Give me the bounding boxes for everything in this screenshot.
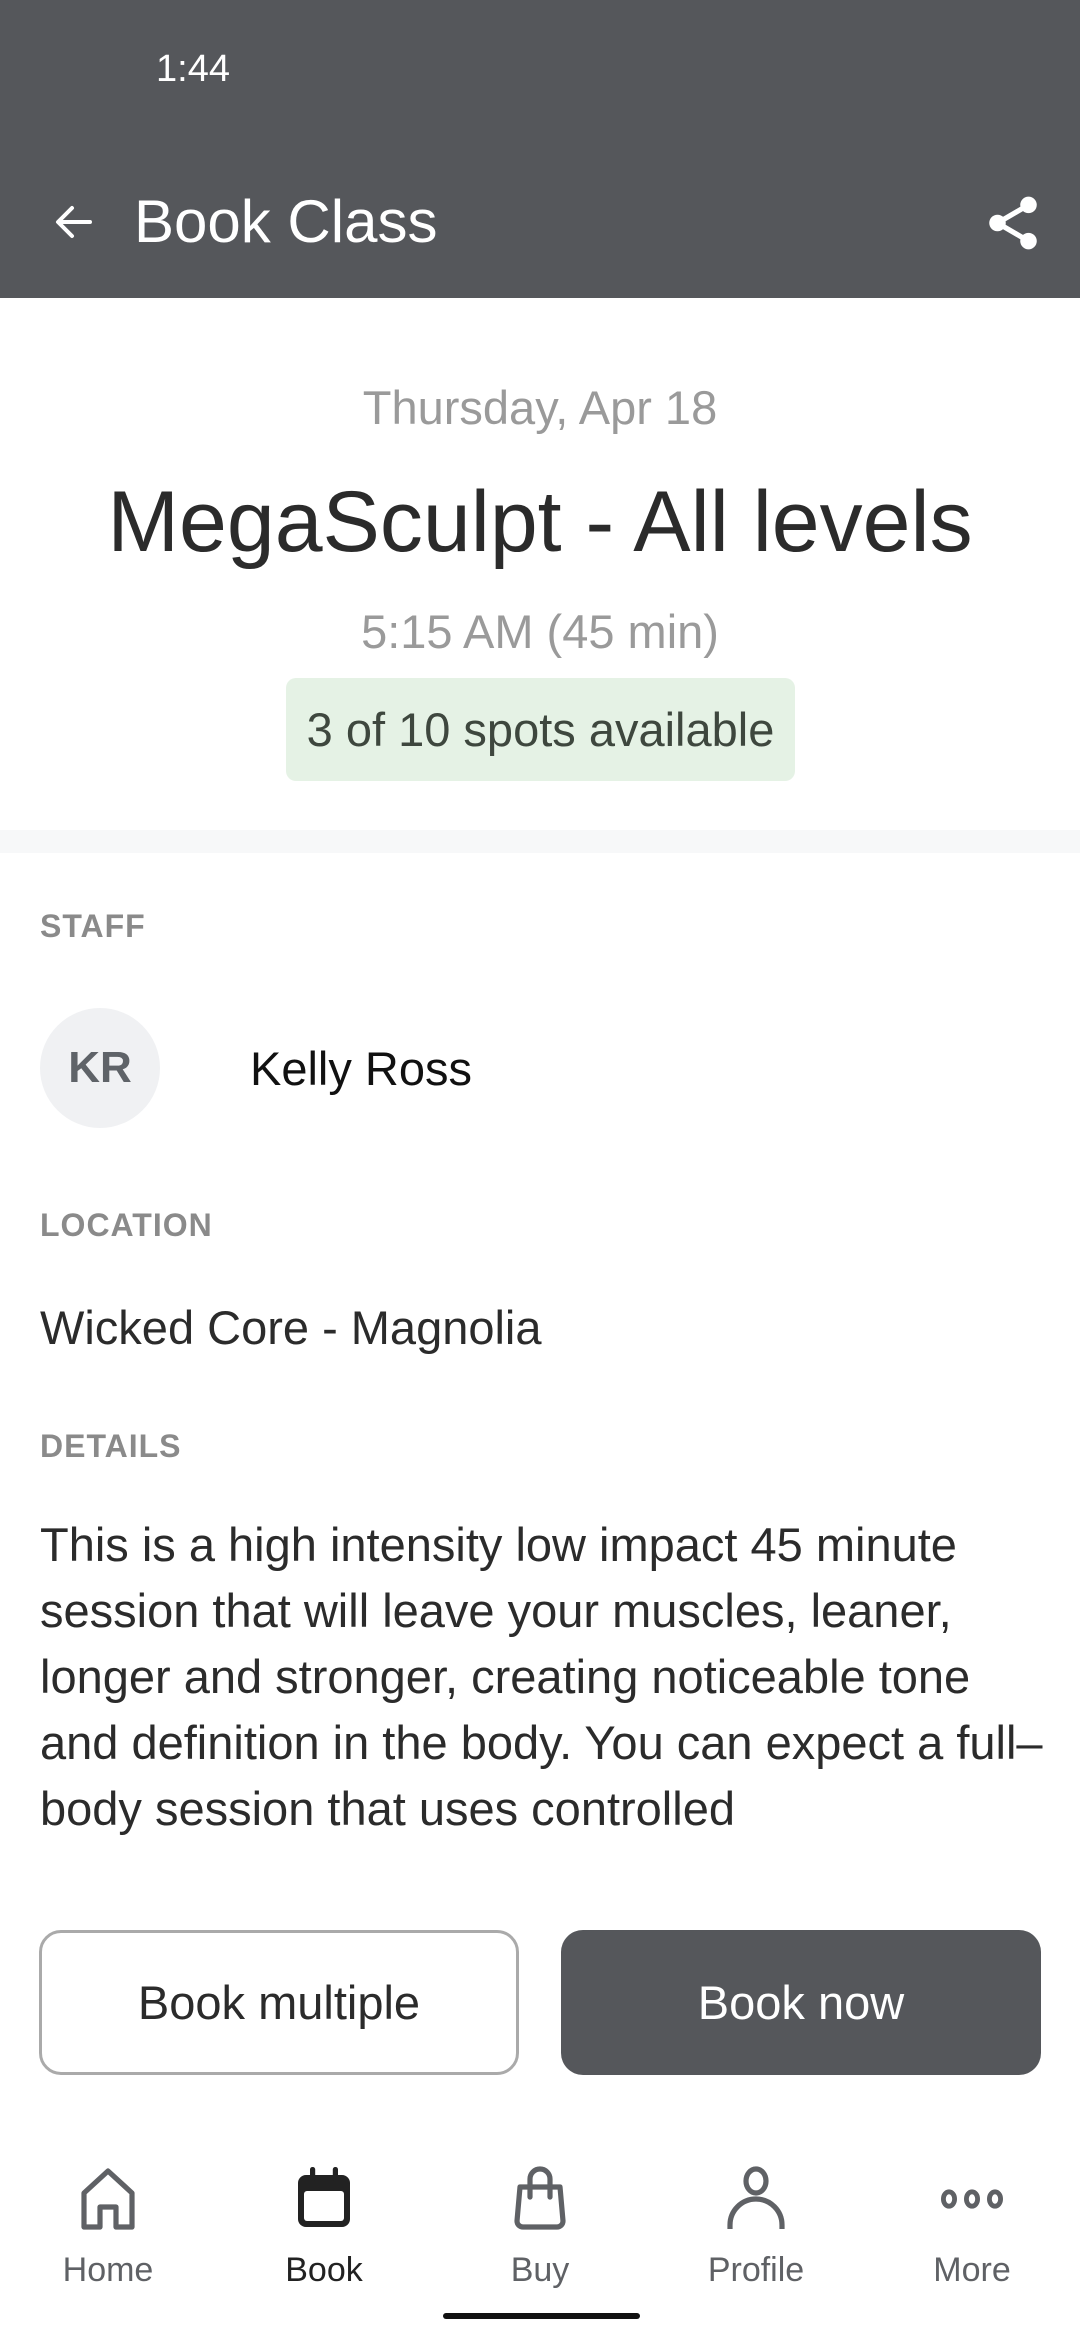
back-button[interactable] xyxy=(40,188,108,256)
nav-label-book: Book xyxy=(285,2251,363,2289)
location-value: Wicked Core - Magnolia xyxy=(40,1301,542,1354)
location-section-label: LOCATION xyxy=(40,1207,213,1243)
nav-item-profile[interactable]: Profile xyxy=(648,2130,864,2290)
nav-item-buy[interactable]: Buy xyxy=(432,2130,648,2290)
page-title: Book Class xyxy=(134,188,438,255)
class-summary: Thursday, Apr 18 MegaSculpt - All levels… xyxy=(0,298,1080,830)
book-multiple-button[interactable]: Book multiple xyxy=(39,1930,519,2075)
nav-item-more[interactable]: More xyxy=(864,2130,1080,2290)
class-title: MegaSculpt - All levels xyxy=(107,474,973,570)
app-bar: 1:44 Book Class xyxy=(0,0,1080,298)
nav-item-book[interactable]: Book xyxy=(216,2130,432,2290)
bottom-nav: Home Book Buy Profile More xyxy=(0,2130,1080,2290)
staff-avatar: KR xyxy=(40,1008,160,1128)
availability-badge: 3 of 10 spots available xyxy=(286,678,795,781)
book-now-button[interactable]: Book now xyxy=(561,1930,1041,2075)
staff-section-label: STAFF xyxy=(40,908,146,944)
more-dots-icon xyxy=(941,2189,1004,2209)
share-icon xyxy=(989,196,1037,250)
status-bar-time: 1:44 xyxy=(156,48,230,90)
staff-name: Kelly Ross xyxy=(250,1041,473,1095)
details-section-label: DETAILS xyxy=(40,1428,182,1464)
staff-row[interactable]: KR Kelly Ross xyxy=(40,1008,472,1128)
nav-label-buy: Buy xyxy=(510,2251,570,2289)
nav-label-profile: Profile xyxy=(707,2251,805,2289)
home-indicator[interactable] xyxy=(443,2313,640,2319)
person-icon xyxy=(727,2166,785,2229)
arrow-left-icon xyxy=(56,206,92,238)
shopping-bag-icon xyxy=(514,2166,566,2230)
class-date: Thursday, Apr 18 xyxy=(362,381,718,434)
section-divider xyxy=(0,830,1080,853)
class-time: 5:15 AM (45 min) xyxy=(361,605,719,658)
home-icon xyxy=(81,2168,135,2230)
details-text: This is a high intensity low impact 45 m… xyxy=(40,1518,1043,1835)
calendar-icon xyxy=(298,2167,350,2227)
nav-item-home[interactable]: Home xyxy=(0,2130,216,2290)
action-bar: Book multiple Book now xyxy=(0,1862,1080,2102)
nav-label-more: More xyxy=(933,2251,1011,2289)
nav-label-home: Home xyxy=(62,2251,154,2289)
details-scroll-area[interactable]: This is a high intensity low impact 45 m… xyxy=(40,1512,1050,1862)
share-button[interactable] xyxy=(976,186,1050,260)
